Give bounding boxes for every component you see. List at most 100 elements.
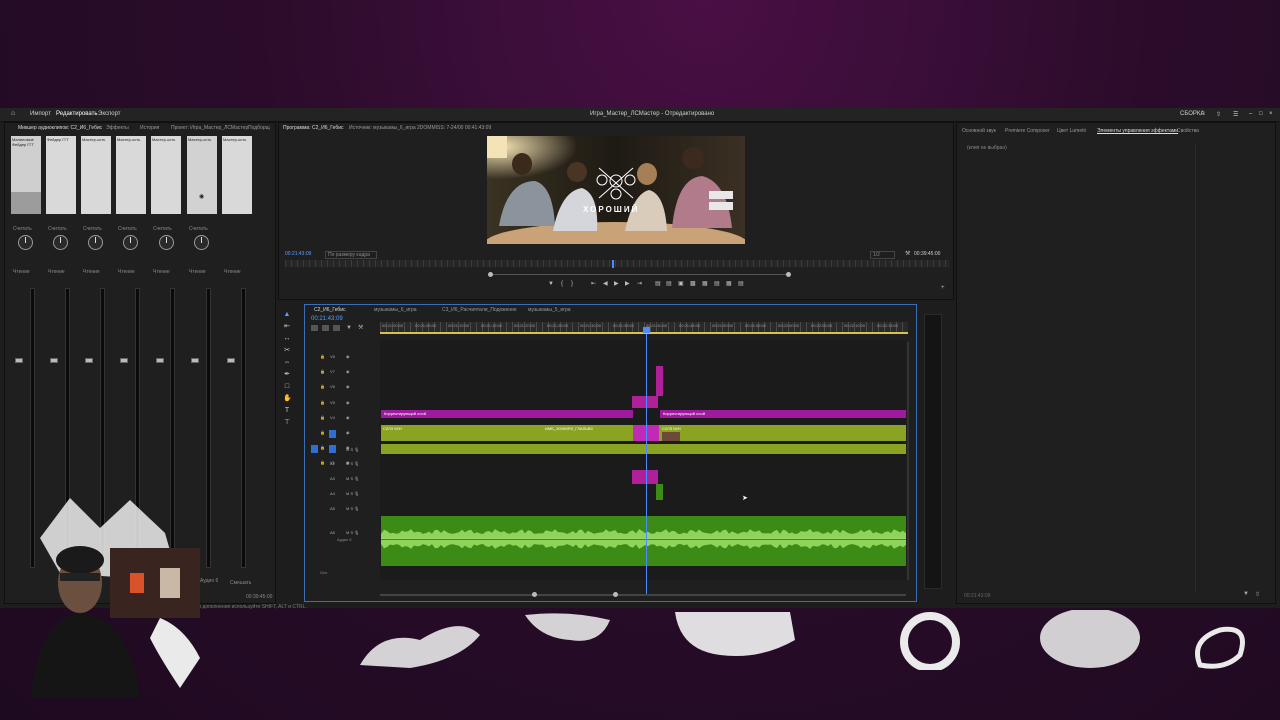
- eye-icon[interactable]: ◉: [346, 354, 350, 359]
- a1-target-patch[interactable]: [329, 445, 336, 453]
- adjustment-layer-clip-right[interactable]: Корректирующий слой: [660, 410, 906, 418]
- zoom-handle-left[interactable]: [488, 272, 493, 277]
- lock-icon[interactable]: 🔒: [320, 369, 325, 374]
- volume-fader-1[interactable]: [15, 358, 23, 363]
- fullscreen-icon[interactable]: ☰: [1233, 111, 1238, 118]
- v1-source-patch[interactable]: [329, 430, 336, 438]
- pan-knob-2[interactable]: [53, 235, 68, 250]
- eye-icon[interactable]: ◉: [346, 415, 350, 420]
- audio-track-header-a1[interactable]: A1M S 🎙: [318, 447, 378, 455]
- extract-icon[interactable]: ▤: [666, 281, 672, 287]
- strip-3-mode[interactable]: Считать: [83, 226, 102, 232]
- pan-knob-3[interactable]: [88, 235, 103, 250]
- close-icon[interactable]: ×: [1269, 111, 1273, 117]
- tab-lumetri[interactable]: Цвет Lumetri: [1057, 128, 1086, 134]
- strip-6-status[interactable]: Чтение: [189, 269, 206, 275]
- video-track-header-v6[interactable]: 🔒 V6 ◉: [318, 384, 378, 392]
- program-playhead[interactable]: [612, 260, 614, 268]
- maximize-icon[interactable]: □: [1259, 111, 1263, 117]
- volume-fader-4[interactable]: [120, 358, 128, 363]
- menu-export[interactable]: Экспорт: [98, 111, 121, 117]
- settings-extra-icon[interactable]: ▤: [738, 281, 744, 287]
- add-button-icon[interactable]: +: [941, 285, 945, 291]
- lock-icon[interactable]: 🔒: [320, 430, 325, 435]
- audio-track-header-a5[interactable]: A5 M S 🎙: [318, 506, 378, 514]
- mute-solo-record-icons[interactable]: M S 🎙: [346, 476, 359, 481]
- strip-1-mode[interactable]: Считать: [13, 226, 32, 232]
- fit-dropdown[interactable]: По размеру кадра: [325, 251, 377, 259]
- caption-tool-icon[interactable]: ⊤: [283, 419, 291, 427]
- volume-fader-3[interactable]: [85, 358, 93, 363]
- strip-4-mode[interactable]: Считать: [118, 226, 137, 232]
- ripple-edit-icon[interactable]: ↔: [283, 335, 291, 343]
- tab-effect-controls[interactable]: Элементы управления эффектами: [1097, 128, 1178, 134]
- mute-solo-record-icons[interactable]: M S 🎙: [346, 447, 359, 452]
- program-scrub-bar[interactable]: [285, 260, 949, 267]
- mark-out-icon[interactable]: }: [571, 281, 573, 287]
- audio-track-header-a4[interactable]: A4 M S 🎙: [318, 491, 378, 499]
- magenta-clip-a3[interactable]: [632, 470, 658, 484]
- strip-2-status[interactable]: Чтение: [48, 269, 65, 275]
- go-to-out-icon[interactable]: ⇥: [637, 281, 642, 287]
- zoom-handle-right[interactable]: [786, 272, 791, 277]
- video-clip-2[interactable]: ИМБ_ЗОНМЯЗ_ГЛАЛЬВЗ: [541, 425, 633, 441]
- linked-selection-icon[interactable]: [322, 325, 329, 331]
- resolution-dropdown[interactable]: 1/2: [870, 251, 895, 259]
- tab-seq-1[interactable]: С2_И6_Гебис: [314, 307, 346, 313]
- tab-mixer[interactable]: Микшер аудиоклипов: С2_И6_Гебис: [18, 125, 102, 131]
- timeline-horizontal-scroll[interactable]: [380, 594, 906, 596]
- minimize-icon[interactable]: –: [1249, 111, 1252, 117]
- timeline-playhead[interactable]: [646, 334, 647, 594]
- tab-essential-sound[interactable]: Основной звук: [962, 128, 996, 134]
- timeline-settings-icon[interactable]: ▼: [346, 325, 352, 331]
- video-clip-1[interactable]: С2ЛЗ М/Н: [381, 425, 541, 441]
- track-select-icon[interactable]: ⇤: [283, 323, 291, 331]
- mute-solo-record-icons[interactable]: M S 🎙: [346, 461, 359, 466]
- volume-fader-5[interactable]: [156, 358, 164, 363]
- tab-effects[interactable]: Эффекты: [106, 125, 129, 131]
- lock-icon[interactable]: 🔒: [320, 384, 325, 389]
- type-tool-icon[interactable]: T: [283, 407, 291, 415]
- a1-source-patch[interactable]: [311, 445, 318, 453]
- lift-icon[interactable]: ▤: [655, 281, 661, 287]
- mute-solo-record-icons[interactable]: M S 🎙: [346, 491, 359, 496]
- eye-icon[interactable]: ◉: [346, 384, 350, 389]
- export-icon[interactable]: ⇧: [1255, 591, 1260, 598]
- eye-icon[interactable]: ◉: [346, 369, 350, 374]
- mute-solo-record-icons[interactable]: M S 🎙: [346, 506, 359, 511]
- filter-icon[interactable]: ▼: [1243, 591, 1249, 597]
- strip-1-status[interactable]: Чтение: [13, 269, 30, 275]
- snap-icon[interactable]: [311, 325, 318, 331]
- pan-knob-1[interactable]: [18, 235, 33, 250]
- go-to-in-icon[interactable]: ⇤: [591, 281, 596, 287]
- magenta-clip-v6[interactable]: [656, 366, 663, 396]
- video-track-header-v7[interactable]: 🔒 V7 ◉: [318, 369, 378, 377]
- scroll-handle-left[interactable]: [532, 592, 537, 597]
- video-clip-3[interactable]: С2ЛЗ М/Н: [659, 425, 906, 441]
- audio-clip-a1[interactable]: [381, 444, 906, 454]
- rectangle-tool-icon[interactable]: □: [283, 383, 291, 391]
- add-marker-icon[interactable]: ▼: [548, 281, 554, 287]
- strip-4-status[interactable]: Чтение: [118, 269, 135, 275]
- razor-tool-icon[interactable]: ✂: [283, 347, 291, 355]
- compare-icon[interactable]: ▩: [690, 281, 696, 287]
- home-icon[interactable]: ⌂: [11, 110, 15, 117]
- menu-import[interactable]: Импорт: [30, 111, 51, 117]
- strip-2-mode[interactable]: Считать: [48, 226, 67, 232]
- tab-picker[interactable]: Подборщ: [248, 125, 270, 131]
- mark-in-icon[interactable]: {: [561, 281, 563, 287]
- tab-source[interactable]: Источник: музыкамы_6_игра 2DOMMISS: 7-24…: [349, 125, 491, 131]
- music-clip-a6[interactable]: [381, 516, 906, 566]
- vr-icon[interactable]: ▦: [702, 281, 708, 287]
- pan-knob-4[interactable]: [123, 235, 138, 250]
- menu-edit[interactable]: Редактировать: [56, 111, 97, 117]
- strip-5-mode[interactable]: Считать: [153, 226, 172, 232]
- program-zoom-bar[interactable]: [490, 274, 790, 275]
- timeline-timecode[interactable]: 00:21:43:09: [311, 316, 343, 322]
- tab-seq-4[interactable]: музыкамы_5_игра: [528, 307, 571, 313]
- scroll-handle-right[interactable]: [613, 592, 618, 597]
- quick-export-icon[interactable]: □: [1201, 111, 1205, 117]
- playhead-handle[interactable]: [643, 327, 650, 333]
- eye-icon[interactable]: ◉: [346, 430, 350, 435]
- strip-7-status[interactable]: Чтение: [224, 269, 241, 275]
